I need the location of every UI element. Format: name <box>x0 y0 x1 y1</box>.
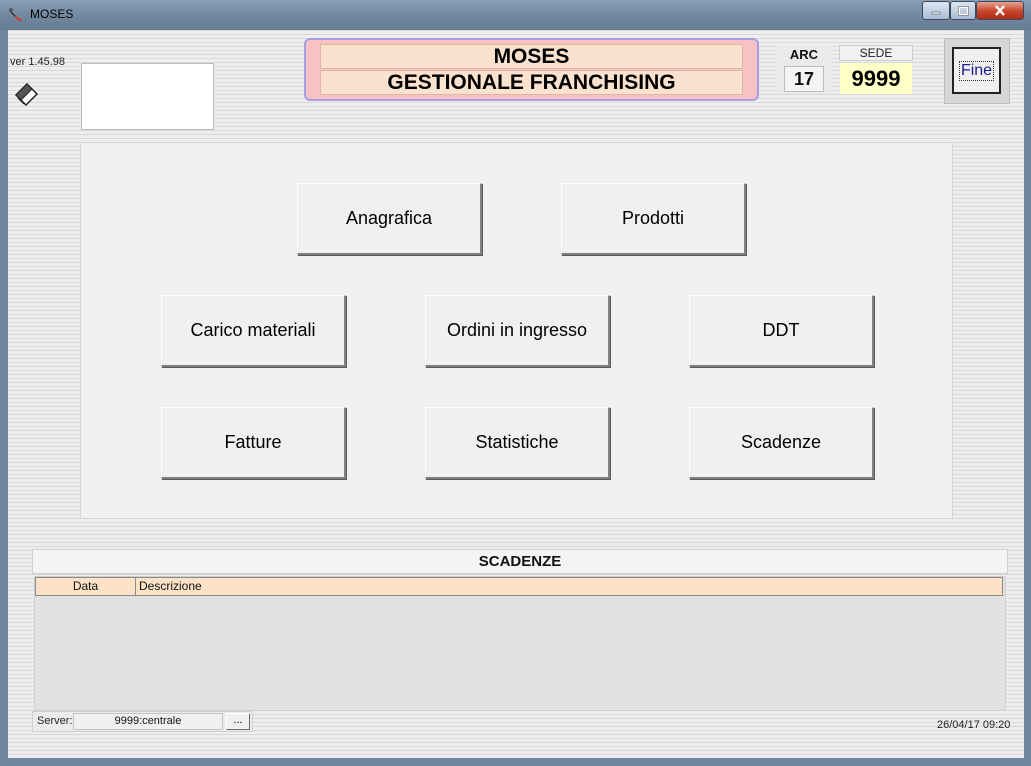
ddt-button[interactable]: DDT <box>689 295 874 367</box>
column-header-data[interactable]: Data <box>36 578 136 595</box>
scadenze-button[interactable]: Scadenze <box>689 407 874 479</box>
scadenze-table[interactable]: Data Descrizione <box>34 576 1006 711</box>
title-bar[interactable]: MOSES <box>0 0 1031 30</box>
scadenze-title: SCADENZE <box>32 549 1008 574</box>
version-label: ver 1.45.98 <box>10 56 66 68</box>
window-border-right <box>1024 30 1031 766</box>
arc-value: 17 <box>784 66 824 92</box>
statistiche-button[interactable]: Statistiche <box>425 407 610 479</box>
main-menu-panel: Anagrafica Prodotti Carico materiali Ord… <box>80 142 953 519</box>
scadenze-section: SCADENZE Data Descrizione <box>32 549 1008 711</box>
fatture-button[interactable]: Fatture <box>161 407 346 479</box>
header-app-name: MOSES <box>320 44 743 69</box>
close-button[interactable] <box>976 1 1024 20</box>
client-area: ver 1.45.98 MOSES GESTIONALE FRANCHISING… <box>8 30 1024 758</box>
close-icon <box>995 5 1005 16</box>
eraser-icon[interactable] <box>12 78 42 108</box>
app-icon <box>9 8 22 22</box>
ordini-in-ingresso-button[interactable]: Ordini in ingresso <box>425 295 610 367</box>
server-browse-button[interactable]: ... <box>226 713 250 730</box>
anagrafica-button[interactable]: Anagrafica <box>297 183 482 255</box>
window-border-left <box>0 30 8 766</box>
maximize-button[interactable] <box>950 1 976 20</box>
server-label: Server: <box>37 715 73 727</box>
carico-materiali-button[interactable]: Carico materiali <box>161 295 346 367</box>
minimize-button[interactable] <box>922 1 950 20</box>
maximize-icon <box>957 5 969 16</box>
scadenze-table-header: Data Descrizione <box>35 577 1003 596</box>
arc-label: ARC <box>789 47 819 62</box>
server-field: 9999:centrale <box>73 713 223 730</box>
fine-button-label: Fine <box>958 60 995 81</box>
logo-image-box <box>81 63 214 130</box>
server-status-bar: Server: 9999:centrale ... <box>32 711 253 732</box>
fine-button[interactable]: Fine <box>952 47 1001 94</box>
window-title: MOSES <box>30 7 74 21</box>
app-window: MOSES ver 1.45.98 MOSES GESTIONALE FRANC… <box>0 0 1031 766</box>
arc-panel: ARC 17 <box>777 45 831 94</box>
sede-label: SEDE <box>839 45 913 61</box>
datetime-label: 26/04/17 09:20 <box>937 719 1011 731</box>
header-app-subtitle: GESTIONALE FRANCHISING <box>320 70 743 95</box>
column-header-descrizione[interactable]: Descrizione <box>139 578 202 595</box>
fine-button-frame: Fine <box>944 38 1010 104</box>
header-title-panel: MOSES GESTIONALE FRANCHISING <box>304 38 759 101</box>
minimize-icon <box>931 11 941 14</box>
sede-panel: SEDE 9999 <box>839 45 913 96</box>
sede-value: 9999 <box>840 63 912 94</box>
prodotti-button[interactable]: Prodotti <box>561 183 746 255</box>
window-border-bottom <box>0 758 1031 766</box>
